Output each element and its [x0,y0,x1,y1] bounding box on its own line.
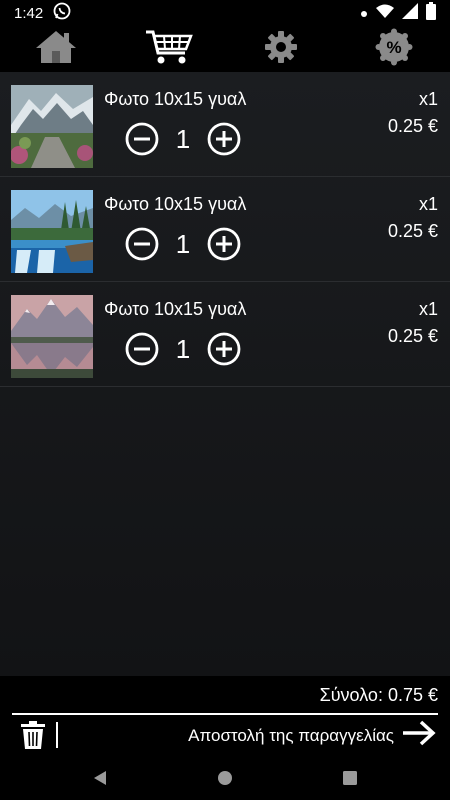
gear-icon [263,29,299,70]
top-toolbar: % [0,26,450,72]
whatsapp-icon [53,2,71,24]
item-price: 0.25 € [387,116,438,136]
wifi-icon [376,4,394,22]
home-circle-icon [217,770,233,791]
arrow-right-icon [402,720,436,751]
tab-discounts[interactable]: % [338,26,450,72]
quantity-stepper: 1 [125,332,241,366]
percent-badge-icon: % [375,28,413,71]
quantity-stepper: 1 [125,122,241,156]
status-bar: 1:42 [0,0,450,26]
home-icon [34,29,78,70]
quantity-value: 1 [175,123,191,154]
item-count: x1 [418,299,438,319]
plus-button[interactable] [207,227,241,261]
system-nav-bar [0,760,450,800]
status-time: 1:42 [14,4,44,22]
quantity-value: 1 [175,228,191,259]
cell-signal-icon [402,3,418,23]
minus-button[interactable] [125,332,159,366]
percent-label: % [386,38,401,57]
quantity-stepper: 1 [125,227,241,261]
cart-item: Φωτο 10x15 γυαλ 1 x1 0.25 € [0,282,450,387]
tab-settings[interactable] [225,26,338,72]
item-price: 0.25 € [387,221,438,241]
send-order-button[interactable]: Αποστολή της παραγγελίας [188,720,436,751]
tab-cart[interactable] [113,26,226,72]
item-photo-mountain-path[interactable] [11,85,93,168]
nav-back-button[interactable] [38,770,163,791]
item-title: Φωτο 10x15 γυαλ [104,89,247,109]
item-photo-waterfall[interactable] [11,190,93,273]
cart-item: Φωτο 10x15 γυαλ 1 x1 0.25 € [0,177,450,282]
nav-recents-button[interactable] [288,770,413,791]
signal-dot-icon [360,5,368,22]
trash-icon[interactable] [20,721,46,749]
cart-icon [145,29,193,70]
footer-separator [56,722,58,748]
back-triangle-icon [92,770,108,791]
footer-divider [12,713,438,715]
recents-square-icon [342,770,358,791]
item-count: x1 [418,89,438,109]
plus-button[interactable] [207,332,241,366]
tab-home[interactable] [0,26,113,72]
cart-item: Φωτο 10x15 γυαλ 1 x1 0.25 € [0,72,450,177]
cart-footer: Σύνολο: 0.75 € Αποστολή της παραγγελίας [0,676,450,760]
cart-total: Σύνολο: 0.75 € [319,685,438,705]
item-count: x1 [418,194,438,214]
plus-button[interactable] [207,122,241,156]
item-price: 0.25 € [387,326,438,346]
battery-icon [426,2,436,24]
nav-home-button[interactable] [163,770,288,791]
cart-list: Φωτο 10x15 γυαλ 1 x1 0.25 € Φωτο 10x15 γ… [0,72,450,676]
item-title: Φωτο 10x15 γυαλ [104,299,247,319]
item-title: Φωτο 10x15 γυαλ [104,194,247,214]
minus-button[interactable] [125,227,159,261]
send-order-label: Αποστολή της παραγγελίας [188,725,394,745]
item-photo-mountain-lake[interactable] [11,295,93,378]
quantity-value: 1 [175,333,191,364]
minus-button[interactable] [125,122,159,156]
